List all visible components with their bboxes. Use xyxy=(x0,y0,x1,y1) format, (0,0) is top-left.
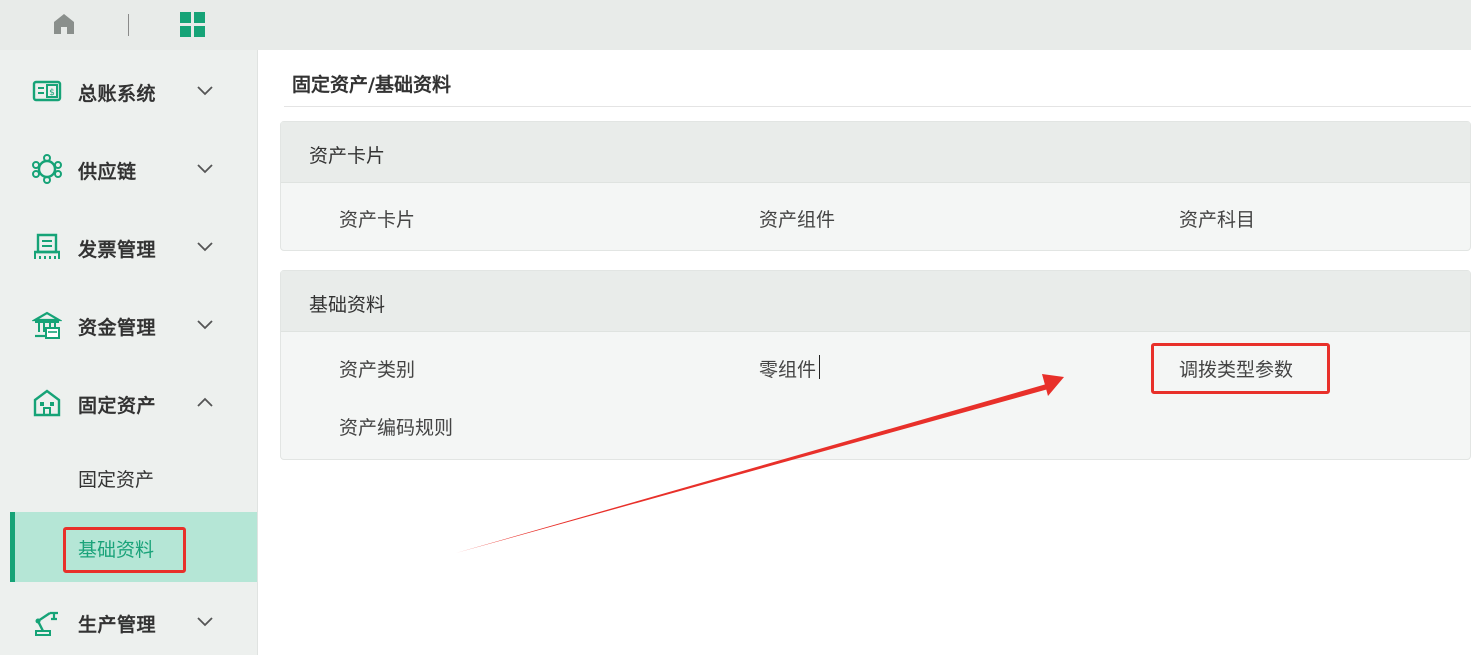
annotation-arrow xyxy=(456,374,1064,553)
